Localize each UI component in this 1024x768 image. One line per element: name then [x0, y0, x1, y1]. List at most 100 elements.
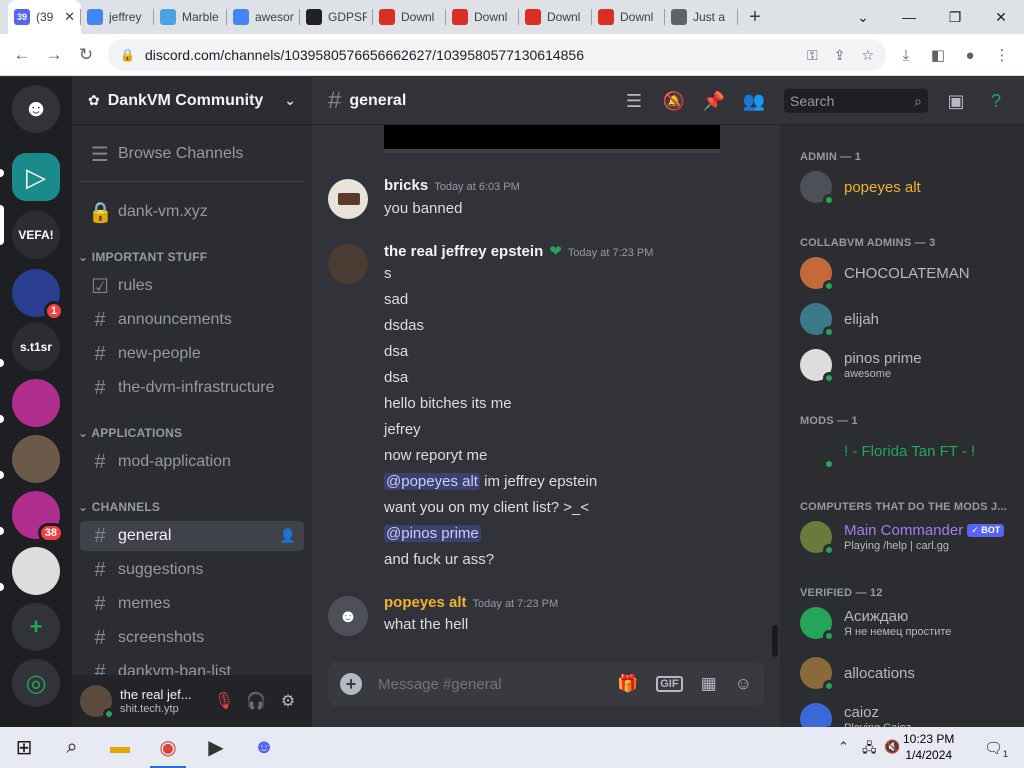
chevron-up-icon[interactable]: ⌃	[838, 739, 849, 755]
volume-muted-icon[interactable]: 🔇	[884, 739, 900, 755]
message-author[interactable]: popeyes alt	[384, 594, 467, 611]
category-header[interactable]: ⌄ APPLICATIONS	[78, 426, 182, 440]
upload-plus-icon[interactable]: +	[340, 673, 362, 695]
browser-tab[interactable]: 39 (39 ✕	[8, 0, 81, 34]
pin-icon[interactable]: 📌	[702, 89, 726, 113]
browser-tab[interactable]: awesom	[227, 0, 300, 34]
channel-the-dvm-infrastructure[interactable]: # the-dvm-infrastructure	[80, 373, 304, 403]
chrome-icon[interactable]: ◉	[144, 727, 192, 768]
member-item[interactable]: popeyes alt	[800, 167, 1020, 207]
scrollbar-thumb[interactable]	[772, 625, 778, 657]
windows-start-icon[interactable]: ⊞	[0, 727, 48, 768]
browser-tab[interactable]: jeffrey	[81, 0, 154, 34]
emoji-icon[interactable]: ☺	[735, 674, 752, 694]
mute-bell-icon[interactable]: 🔕	[662, 89, 686, 113]
help-icon[interactable]: ?	[984, 89, 1008, 113]
member-item[interactable]: caiozPlaying Caioz	[800, 699, 1020, 727]
search-icon[interactable]: ⌕	[48, 727, 96, 768]
headphones-icon[interactable]: 🎧	[240, 685, 272, 717]
address-bar[interactable]: 🔒 discord.com/channels/10395805766566626…	[108, 39, 886, 71]
film-reel-icon[interactable]: 38	[12, 491, 64, 543]
bookmark-star-icon[interactable]: ☆	[861, 47, 874, 64]
mute-mic-icon[interactable]: 🎙	[208, 685, 240, 717]
server-header[interactable]: ✿ DankVM Community ⌄	[72, 77, 312, 125]
gift-icon[interactable]: 🎁	[617, 674, 638, 694]
member-list-icon[interactable]: 👥	[742, 89, 766, 113]
new-tab-button[interactable]: +	[738, 0, 772, 34]
film-reel-icon[interactable]	[12, 379, 60, 427]
member-item[interactable]: pinos prime awesome	[800, 345, 1020, 385]
channel-new-people[interactable]: # new-people	[80, 339, 304, 369]
member-item[interactable]: Асиждаю Я не немец простите	[800, 603, 1020, 643]
avatar[interactable]	[80, 685, 115, 720]
channel-mod-application[interactable]: # mod-application	[80, 447, 304, 477]
category-header[interactable]: ⌄ CHANNELS	[78, 500, 160, 514]
system-clock[interactable]: 10:23 PM 1/4/2024	[903, 731, 954, 763]
discord-home-icon[interactable]: ☻	[12, 85, 60, 133]
category-header[interactable]: ⌄ IMPORTANT STUFF	[78, 250, 207, 264]
channel-screenshots[interactable]: # screenshots	[80, 623, 304, 653]
browser-tab[interactable]: Downl	[519, 0, 592, 34]
reload-button[interactable]: ↻	[70, 39, 102, 71]
raccoon-icon[interactable]	[12, 547, 60, 595]
message-author[interactable]: bricks	[384, 177, 428, 194]
inbox-icon[interactable]: ▣	[944, 89, 968, 113]
tab-search-icon[interactable]: ⌄	[840, 0, 886, 34]
server-icon[interactable]: VEFA!	[12, 211, 60, 259]
browser-tab[interactable]: Just a	[665, 0, 738, 34]
minimize-button[interactable]: —	[886, 0, 932, 34]
avatar[interactable]	[328, 244, 368, 284]
browser-tab[interactable]: Downl	[373, 0, 446, 34]
channel-announcements[interactable]: # announcements	[80, 305, 304, 335]
user-mention[interactable]: @popeyes alt	[384, 473, 480, 490]
search-input[interactable]: Search ⌕	[784, 89, 928, 113]
browser-tab[interactable]: Downl	[592, 0, 665, 34]
discord-icon[interactable]: ☻	[240, 727, 288, 768]
browser-tab[interactable]: Marble	[154, 0, 227, 34]
message-author[interactable]: the real jeffrey epstein	[384, 243, 543, 260]
forward-button[interactable]: →	[38, 39, 70, 71]
file-explorer-icon[interactable]: ▬	[96, 727, 144, 768]
share-icon[interactable]: ⇪	[834, 47, 846, 64]
member-item[interactable]: Main Commander ✓ BOT Playing /help | carl.…	[800, 517, 1020, 557]
channel-general[interactable]: # general 👤	[80, 521, 304, 551]
browser-tab[interactable]: Downl	[446, 0, 519, 34]
notification-icon[interactable]: 🗨1	[984, 739, 1008, 759]
key-icon[interactable]: ⚿	[807, 47, 818, 64]
member-item[interactable]: ! - Florida Tan FT - !	[800, 431, 1020, 471]
sticker-icon[interactable]: ▦	[701, 674, 717, 694]
play-triangle-icon[interactable]: ▷	[12, 153, 60, 201]
member-item[interactable]: elijah	[800, 299, 1020, 339]
channel-suggestions[interactable]: # suggestions	[80, 555, 304, 585]
server-icon[interactable]: 1	[12, 269, 64, 321]
side-panel-icon[interactable]: ◧	[922, 39, 954, 71]
photo-server-icon[interactable]	[12, 435, 60, 483]
network-icon[interactable]: 🖧	[862, 739, 877, 761]
threads-icon[interactable]: ☰	[622, 89, 646, 113]
user-mention[interactable]: @pinos prime	[384, 525, 481, 542]
menu-kebab-icon[interactable]: ⋮	[986, 39, 1018, 71]
media-player-icon[interactable]: ▶	[192, 727, 240, 768]
profile-avatar-icon[interactable]: ●	[954, 39, 986, 71]
avatar[interactable]: ☻	[328, 596, 368, 636]
compass-icon[interactable]: ◎	[12, 659, 60, 707]
member-item[interactable]: allocations	[800, 653, 1020, 693]
message-input[interactable]	[378, 675, 600, 693]
close-tab-icon[interactable]: ✕	[64, 9, 75, 25]
close-window-button[interactable]: ✕	[978, 0, 1024, 34]
gear-icon[interactable]: ⚙	[272, 685, 304, 717]
avatar[interactable]	[328, 179, 368, 219]
add-server-icon[interactable]: +	[12, 603, 60, 651]
channel-dank-vm[interactable]: 🔒 dank-vm.xyz	[80, 197, 304, 227]
gif-icon[interactable]: GIF	[656, 676, 683, 692]
browser-tab[interactable]: GDPSF	[300, 0, 373, 34]
server-icon[interactable]: s.t1sr	[12, 323, 60, 371]
browse-channels[interactable]: ☰ Browse Channels	[80, 139, 304, 169]
channel-rules[interactable]: ☑ rules	[80, 271, 304, 301]
back-button[interactable]: ←	[6, 39, 38, 71]
downloads-icon[interactable]: ⤓	[890, 39, 922, 71]
maximize-button[interactable]: ❐	[932, 0, 978, 34]
member-item[interactable]: CHOCOLATEMAN	[800, 253, 1020, 293]
channel-memes[interactable]: # memes	[80, 589, 304, 619]
invite-member-icon[interactable]: 👤	[280, 528, 296, 544]
